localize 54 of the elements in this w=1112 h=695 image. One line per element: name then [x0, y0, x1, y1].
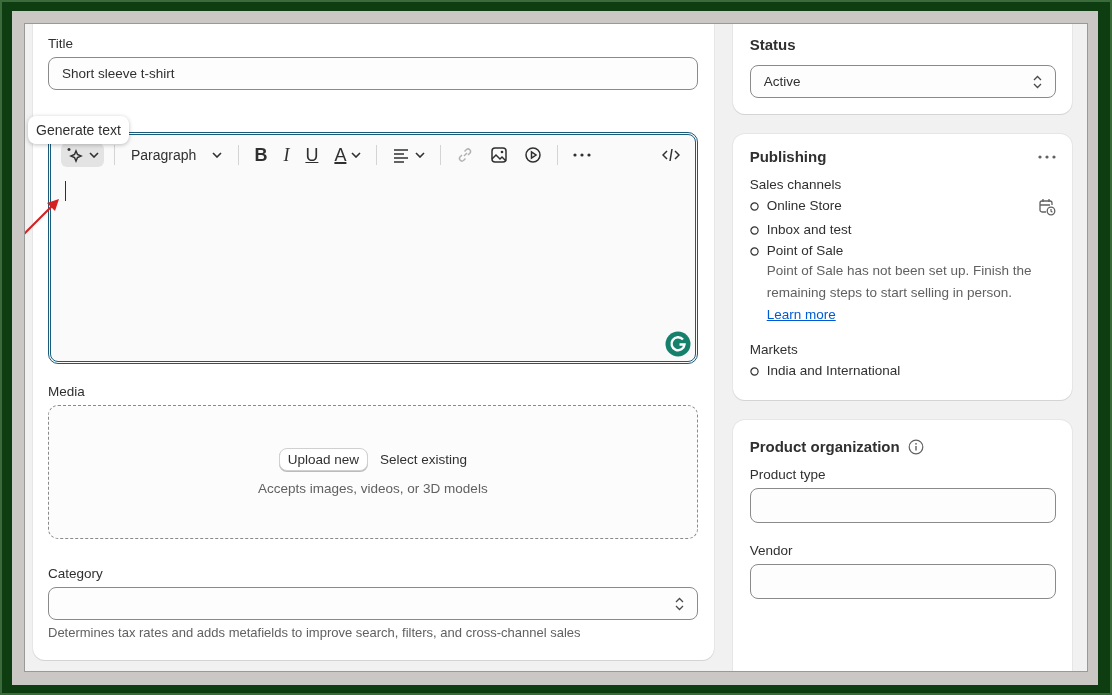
chevron-down-icon — [351, 152, 362, 158]
section-label: Markets — [749, 342, 799, 357]
generate-text-button[interactable] — [61, 143, 104, 167]
channel-note: Point of Sale has not been set up. Finish the remaining steps to start selling in person. — [766, 262, 1033, 302]
bold-button[interactable]: B — [249, 143, 273, 167]
italic-button[interactable]: I — [278, 143, 295, 167]
category-select[interactable] — [48, 587, 698, 620]
play-circle-icon — [524, 146, 543, 164]
text-cursor — [65, 181, 66, 201]
title-field[interactable]: Short sleeve t-shirt — [48, 57, 698, 90]
text-field[interactable] — [749, 564, 1056, 599]
chevron-down-icon — [89, 152, 99, 158]
channel-name: Inbox and test — [766, 222, 852, 237]
media-dropzone[interactable]: Upload new Select existing Accepts images, videos, or 3D models — [48, 405, 698, 539]
more-icon — [573, 153, 592, 157]
status-select[interactable]: Active — [749, 65, 1056, 98]
media-hint: Accepts images, videos, or 3D models — [258, 481, 488, 496]
market-name: India and International — [766, 363, 901, 378]
calendar-clock-icon[interactable] — [1038, 198, 1056, 216]
chevron-down-icon — [415, 152, 426, 158]
card-heading: Product organization — [749, 438, 900, 455]
image-icon — [490, 146, 509, 164]
more-icon[interactable] — [1038, 154, 1056, 159]
field-label: Product type — [749, 467, 827, 482]
field-label: Media — [48, 384, 86, 399]
tooltip: Generate text — [28, 116, 129, 144]
field-label: Vendor — [749, 543, 794, 558]
align-icon — [392, 146, 411, 164]
help-text: Determines tax rates and adds metafields to improve search, filters, and cross-channel sales — [48, 625, 582, 640]
sparkle-icon — [66, 146, 84, 164]
circle-icon — [749, 247, 759, 256]
channel-name: Online Store — [766, 198, 842, 215]
circle-icon — [749, 226, 759, 235]
card-heading: Status — [749, 36, 797, 53]
channel-name: Point of Sale — [766, 243, 844, 258]
select-arrows-icon — [674, 596, 684, 611]
text-field[interactable] — [749, 488, 1056, 523]
code-icon — [661, 146, 680, 164]
text-color-button[interactable]: A — [329, 143, 367, 167]
underline-button[interactable]: U — [300, 143, 324, 167]
section-label: Sales channels — [749, 177, 843, 192]
circle-icon — [749, 367, 759, 376]
grammar-assistant-icon[interactable] — [664, 331, 691, 357]
paragraph-dropdown[interactable]: Paragraph — [125, 143, 229, 167]
select-existing-link[interactable]: Select existing — [379, 449, 467, 470]
chevron-down-icon — [212, 152, 223, 158]
field-label: Title — [48, 36, 74, 51]
card-heading: Publishing — [749, 148, 827, 165]
upload-new-button[interactable]: Upload new — [278, 448, 368, 471]
select-arrows-icon — [1033, 74, 1042, 89]
circle-icon — [749, 202, 759, 211]
learn-more-link[interactable]: Learn more — [766, 304, 836, 326]
info-icon[interactable] — [907, 438, 924, 455]
field-label: Category — [48, 566, 104, 581]
